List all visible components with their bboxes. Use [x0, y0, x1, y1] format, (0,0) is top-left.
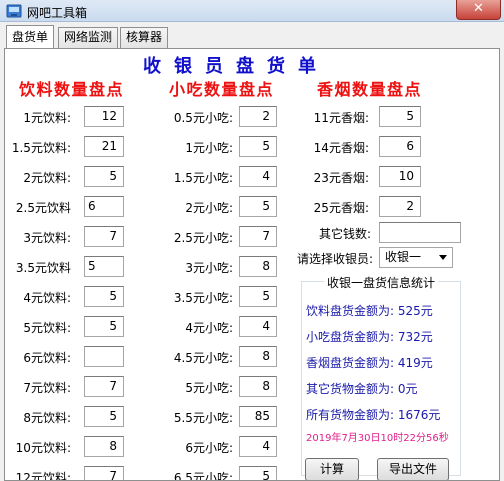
inventory-panel: 收银员盘货单 饮料数量盘点 小吃数量盘点 香烟数量盘点 1元饮料: 12 1.5元饮… — [4, 48, 500, 481]
snack-label: 1.5元小吃: — [173, 171, 233, 185]
drinks-heading: 饮料数量盘点 — [19, 80, 125, 99]
cigs-heading: 香烟数量盘点 — [317, 80, 423, 99]
snack-quantity-field[interactable]: 4 — [239, 436, 277, 457]
stat-cigs: 香烟盘货金额为: 419元 — [306, 356, 433, 370]
snack-label: 0.5元小吃: — [173, 111, 233, 125]
cashier-select[interactable]: 收银一 — [379, 247, 453, 268]
snack-label: 4.5元小吃: — [173, 351, 233, 365]
drink-label: 12元饮料: — [15, 471, 71, 481]
snack-quantity-field[interactable]: 5 — [239, 196, 277, 217]
calc-button[interactable]: 计算 — [305, 458, 359, 480]
snack-quantity-field[interactable]: 8 — [239, 256, 277, 277]
close-icon: ✕ — [473, 1, 484, 16]
cig-label: 25元香烟: — [313, 201, 369, 215]
drink-quantity-field[interactable]: 5 — [84, 166, 124, 187]
cig-quantity-field[interactable]: 6 — [379, 136, 421, 157]
snack-quantity-field[interactable]: 5 — [239, 286, 277, 307]
drink-quantity-field[interactable]: 7 — [84, 376, 124, 397]
stats-group: 收银一盘货信息统计 饮料盘货金额为: 525元 小吃盘货金额为: 732元 香烟… — [301, 276, 461, 476]
snack-quantity-field[interactable]: 8 — [239, 346, 277, 367]
snack-quantity-field[interactable]: 7 — [239, 226, 277, 247]
snack-label: 3元小吃: — [185, 261, 233, 275]
sheet-title: 收银员盘货单 — [143, 56, 329, 77]
drink-quantity-field[interactable]: 5 — [84, 286, 124, 307]
drink-quantity-field[interactable]: 21 — [84, 136, 124, 157]
snack-quantity-field[interactable]: 4 — [239, 166, 277, 187]
drink-quantity-field[interactable]: 12 — [84, 106, 124, 127]
drink-label: 2.5元饮料 — [15, 201, 71, 215]
other-label: 其它钱数: — [319, 227, 372, 241]
snack-label: 2元小吃: — [185, 201, 233, 215]
drink-quantity-field[interactable]: 5 — [84, 316, 124, 337]
snack-quantity-field[interactable]: 8 — [239, 376, 277, 397]
cig-label: 23元香烟: — [313, 171, 369, 185]
drink-label: 3.5元饮料 — [15, 261, 71, 275]
drink-quantity-field[interactable]: 8 — [84, 436, 124, 457]
toolbox-icon — [6, 4, 22, 18]
drink-quantity-field[interactable]: 7 — [84, 226, 124, 247]
stat-drinks: 饮料盘货金额为: 525元 — [306, 304, 433, 318]
snack-quantity-field[interactable]: 85 — [239, 406, 277, 427]
cashier-label: 请选择收银员: — [297, 252, 374, 266]
tab-inventory[interactable]: 盘货单 — [6, 25, 54, 48]
window-title: 网吧工具箱 — [27, 6, 88, 20]
other-amount-field[interactable] — [379, 222, 461, 243]
stat-snacks: 小吃盘货金额为: 732元 — [306, 330, 433, 344]
cig-quantity-field[interactable]: 5 — [379, 106, 421, 127]
drink-label: 5元饮料: — [23, 321, 71, 335]
drink-quantity-field[interactable]: 7 — [84, 466, 124, 480]
drink-label: 8元饮料: — [23, 411, 71, 425]
snack-label: 4元小吃: — [185, 321, 233, 335]
drink-label: 1元饮料: — [23, 111, 71, 125]
snack-label: 6元小吃: — [185, 441, 233, 455]
drink-label: 7元饮料: — [23, 381, 71, 395]
snack-quantity-field[interactable]: 5 — [239, 466, 277, 480]
snack-quantity-field[interactable]: 4 — [239, 316, 277, 337]
cig-label: 14元香烟: — [313, 141, 369, 155]
snack-label: 5元小吃: — [185, 381, 233, 395]
drink-quantity-field[interactable]: 5 — [84, 256, 124, 277]
title-bar: 网吧工具箱 ✕ — [0, 0, 504, 22]
cig-quantity-field[interactable]: 10 — [379, 166, 421, 187]
timestamp: 2019年7月30日10时22分56秒 — [306, 433, 449, 444]
stat-other: 其它货物金额为: 0元 — [306, 382, 418, 396]
drink-label: 4元饮料: — [23, 291, 71, 305]
snack-quantity-field[interactable]: 2 — [239, 106, 277, 127]
snacks-heading: 小吃数量盘点 — [169, 80, 275, 99]
snack-label: 5.5元小吃: — [173, 411, 233, 425]
drink-label: 6元饮料: — [23, 351, 71, 365]
drink-quantity-field[interactable]: 5 — [84, 406, 124, 427]
snack-label: 2.5元小吃: — [173, 231, 233, 245]
cashier-select-value: 收银一 — [385, 250, 422, 264]
drink-label: 2元饮料: — [23, 171, 71, 185]
chevron-down-icon — [439, 255, 447, 260]
cig-label: 11元香烟: — [313, 111, 369, 125]
tab-calculator[interactable]: 核算器 — [120, 27, 168, 48]
drink-quantity-field[interactable]: 6 — [84, 196, 124, 217]
stat-total: 所有货物金额为: 1676元 — [306, 408, 441, 422]
export-button[interactable]: 导出文件 — [377, 458, 449, 480]
drink-label: 10元饮料: — [15, 441, 71, 455]
tab-network[interactable]: 网络监测 — [58, 27, 118, 48]
snack-quantity-field[interactable]: 5 — [239, 136, 277, 157]
stats-title: 收银一盘货信息统计 — [323, 276, 438, 290]
snack-label: 1元小吃: — [185, 141, 233, 155]
drink-label: 3元饮料: — [23, 231, 71, 245]
snack-label: 6.5元小吃: — [173, 471, 233, 481]
close-button[interactable]: ✕ — [456, 0, 501, 20]
drink-quantity-field[interactable] — [84, 346, 124, 367]
drink-label: 1.5元饮料: — [11, 141, 71, 155]
snack-label: 3.5元小吃: — [173, 291, 233, 305]
cig-quantity-field[interactable]: 2 — [379, 196, 421, 217]
